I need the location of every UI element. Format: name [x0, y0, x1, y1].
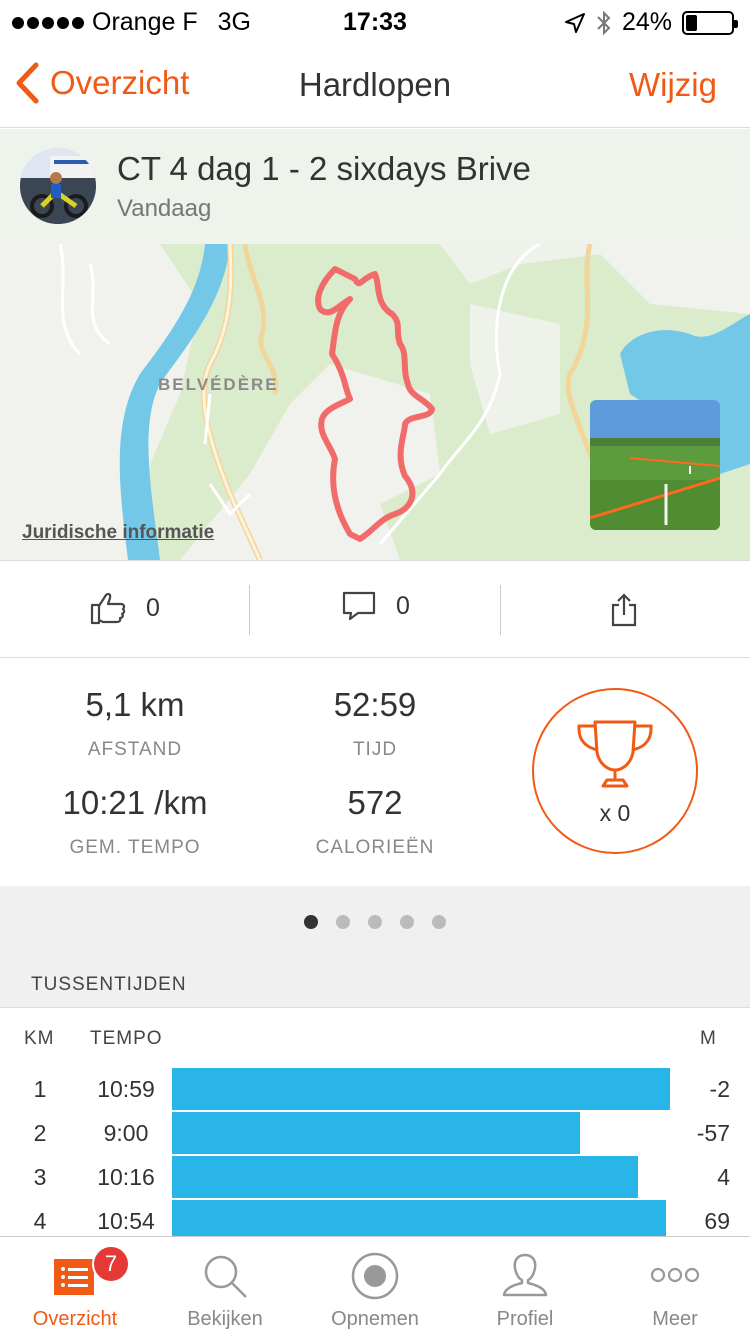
tab-overview[interactable]: 7 Overzicht — [0, 1237, 150, 1335]
km-column-header: KM — [24, 1028, 55, 1049]
activity-title: CT 4 dag 1 - 2 sixdays Brive — [117, 150, 531, 187]
time-value: 52:59 — [333, 686, 417, 723]
distance-label: AFSTAND — [87, 739, 183, 760]
split-tempo: 10:16 — [97, 1164, 155, 1190]
split-tempo: 10:59 — [97, 1076, 155, 1102]
tab-profile[interactable]: Profiel — [450, 1237, 600, 1335]
calories-value: 572 — [347, 784, 403, 821]
photo-image — [590, 400, 720, 530]
trophy-button[interactable] — [532, 688, 698, 854]
back-button[interactable]: Overzicht — [14, 62, 189, 104]
avatar[interactable] — [20, 148, 96, 224]
tab-label: Meer — [652, 1308, 698, 1330]
like-button[interactable]: 0 — [90, 591, 160, 625]
tempo-column-header: TEMPO — [90, 1028, 163, 1049]
search-icon — [204, 1255, 247, 1298]
splits-title: TUSSENTIJDEN — [31, 974, 187, 995]
like-count: 0 — [146, 593, 160, 622]
trophy-icon — [577, 720, 653, 788]
chevron-left-icon — [16, 62, 39, 104]
page-dot[interactable] — [368, 915, 382, 929]
comment-button[interactable]: 0 — [342, 591, 410, 621]
tab-bar: 7 Overzicht Bekijken Opnemen Profiel Mee… — [0, 1236, 750, 1334]
elevation-column-header: M — [700, 1028, 717, 1049]
tab-label: Overzicht — [32, 1308, 118, 1330]
record-icon — [351, 1252, 399, 1300]
activity-date: Vandaag — [117, 195, 212, 222]
share-icon — [611, 593, 637, 627]
trophy-count: x 0 — [599, 800, 631, 826]
location-arrow-icon — [564, 12, 585, 33]
pace-label: GEM. TEMPO — [69, 837, 201, 858]
tab-more[interactable]: Meer — [600, 1237, 750, 1335]
avatar-image — [20, 148, 96, 224]
tab-label: Bekijken — [187, 1308, 263, 1330]
thumbs-up-icon — [90, 592, 126, 625]
navigation-bar: Overzicht Hardlopen Wijzig — [0, 40, 750, 128]
tab-label: Profiel — [496, 1308, 554, 1330]
time-label: TIJD — [352, 739, 398, 760]
page-dot[interactable] — [304, 915, 318, 929]
split-pace-bar — [172, 1156, 638, 1198]
page-dot[interactable] — [432, 915, 446, 929]
split-tempo: 10:54 — [97, 1208, 155, 1234]
page-dot[interactable] — [336, 915, 350, 929]
pace-value: 10:21 /km — [62, 784, 208, 821]
distance-value: 5,1 km — [85, 686, 185, 723]
status-bar: Orange F 3G 17:33 24% — [0, 0, 750, 40]
bluetooth-icon — [597, 10, 611, 35]
page-dot[interactable] — [400, 915, 414, 929]
split-pace-bar — [172, 1112, 580, 1154]
split-pace-bar — [172, 1068, 670, 1110]
split-tempo: 9:00 — [103, 1120, 149, 1146]
social-bar: 0 0 — [0, 560, 750, 658]
tab-label: Opnemen — [331, 1308, 419, 1330]
map-place-label: BELVÉDÈRE — [158, 375, 279, 394]
tab-record[interactable]: Opnemen — [300, 1237, 450, 1335]
page-indicator[interactable] — [0, 915, 750, 929]
battery-percentage: 24% — [621, 8, 672, 36]
legal-info-link[interactable]: Juridische informatie — [22, 522, 214, 544]
back-label: Overzicht — [50, 64, 190, 101]
split-elevation: -57 — [696, 1120, 730, 1146]
divider — [249, 585, 250, 635]
divider — [500, 585, 501, 635]
share-button[interactable] — [610, 593, 638, 627]
split-elevation: -2 — [709, 1076, 730, 1102]
profile-icon — [502, 1253, 548, 1297]
split-km: 4 — [33, 1208, 47, 1234]
activity-photo[interactable] — [590, 400, 720, 530]
tab-explore[interactable]: Bekijken — [150, 1237, 300, 1335]
calories-label: CALORIEËN — [315, 837, 435, 858]
comment-icon — [342, 591, 376, 621]
split-elevation: 4 — [717, 1164, 730, 1190]
split-km: 3 — [33, 1164, 47, 1190]
notification-badge: 7 — [92, 1245, 130, 1283]
battery-icon — [682, 10, 738, 35]
split-elevation: 69 — [704, 1208, 730, 1234]
comment-count: 0 — [396, 591, 410, 620]
more-icon — [650, 1267, 700, 1283]
edit-button[interactable]: Wijzig — [629, 66, 717, 104]
split-km: 1 — [33, 1076, 47, 1102]
split-km: 2 — [33, 1120, 47, 1146]
